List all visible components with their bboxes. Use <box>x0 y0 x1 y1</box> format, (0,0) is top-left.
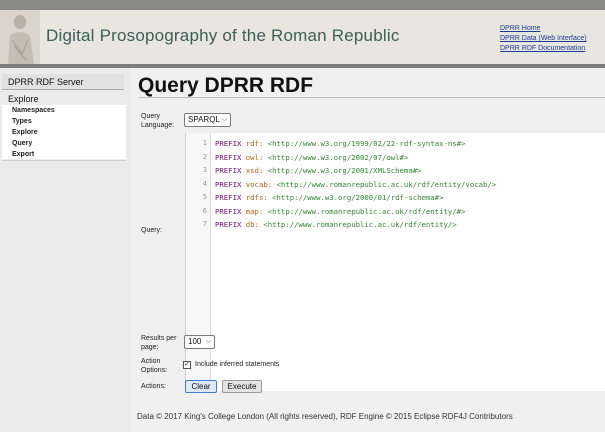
results-per-page-label: Results per page: <box>141 335 177 351</box>
footer-text: Data © 2017 King's College London (All r… <box>137 412 513 421</box>
code-keyword: PREFIX <box>215 139 242 148</box>
site-title: Digital Prosopography of the Roman Repub… <box>46 26 400 45</box>
top-bar <box>0 0 605 10</box>
include-inferred-label: Include inferred statements <box>195 361 280 368</box>
clear-button[interactable]: Clear <box>185 380 217 393</box>
line-number: 2 <box>202 152 207 161</box>
include-inferred-checkbox[interactable] <box>183 360 191 369</box>
query-language-label: Query Language: <box>141 113 175 129</box>
link-dprr-rdf-docs[interactable]: DPRR RDF Documentation <box>500 44 587 54</box>
line-number: 4 <box>202 179 207 188</box>
execute-button[interactable]: Execute <box>222 380 262 393</box>
sidebar-item-export[interactable]: Export <box>2 149 126 160</box>
code-prefix: owl: <box>245 152 264 162</box>
sidebar-title: DPRR RDF Server <box>2 74 124 90</box>
code-uri: <http://www.w3.org/2001/XMLSchema#> <box>267 166 422 175</box>
title-rule <box>138 97 605 98</box>
main-content: Query DPRR RDF Query Language: SPARQL ⌵ … <box>130 68 605 432</box>
actions-label: Actions: <box>141 383 166 390</box>
code-keyword: PREFIX <box>215 220 242 229</box>
code-uri: <http://www.w3.org/2000/01/rdf-schema#> <box>272 193 444 202</box>
results-per-page-value: 100 <box>188 337 202 346</box>
action-options-label: Action Options: <box>141 358 168 374</box>
code-keyword: PREFIX <box>215 179 242 189</box>
code-keyword: PREFIX <box>215 152 242 162</box>
code-prefix: vocab: <box>245 179 273 189</box>
code-line: PREFIX db: <http://www.romanrepublic.ac.… <box>215 220 457 229</box>
code-prefix: map: <box>245 206 264 216</box>
code-uri: <http://www.romanrepublic.ac.uk/rdf/enti… <box>267 206 466 216</box>
roman-statue-logo <box>0 10 40 64</box>
code-keyword: PREFIX <box>215 206 242 216</box>
query-editor[interactable]: 1 2 3 4 5 6 7 PREFIX rdf: <http://www.w3… <box>185 133 605 391</box>
code-line: PREFIX map: <http://www.romanrepublic.ac… <box>215 207 465 216</box>
results-per-page-select[interactable]: 100 ⌵ <box>184 335 215 349</box>
line-number: 7 <box>202 220 207 228</box>
header-links: DPRR Home DPRR Data (Web Interface) DPRR… <box>500 24 587 54</box>
sidebar-section-explore: Explore <box>8 94 39 104</box>
line-number: 6 <box>202 206 207 215</box>
sidebar-item-explore[interactable]: Explore <box>2 127 126 138</box>
code-line: PREFIX xsd: <http://www.w3.org/2001/XMLS… <box>215 166 422 175</box>
page-title: Query DPRR RDF <box>138 74 314 97</box>
chevron-down-icon: ⌵ <box>205 338 211 345</box>
sidebar-item-types[interactable]: Types <box>2 116 126 127</box>
sidebar-menu: Namespaces Types Explore Query Export <box>2 105 126 159</box>
code-prefix: db: <box>245 220 259 229</box>
site-header: Digital Prosopography of the Roman Repub… <box>0 10 605 64</box>
query-label: Query: <box>141 227 163 234</box>
code-uri: <http://www.romanrepublic.ac.uk/rdf/enti… <box>276 179 497 189</box>
code-prefix: xsd: <box>245 166 264 175</box>
line-number: 1 <box>202 139 207 147</box>
link-dprr-home[interactable]: DPRR Home <box>500 24 587 34</box>
code-keyword: PREFIX <box>215 166 242 175</box>
code-uri: <http://www.w3.org/2002/07/owl#> <box>267 152 409 162</box>
code-prefix: rdf: <box>245 139 264 148</box>
sidebar-item-namespaces[interactable]: Namespaces <box>2 105 126 116</box>
line-number: 5 <box>202 193 207 201</box>
link-dprr-data[interactable]: DPRR Data (Web Interface) <box>500 34 587 44</box>
code-line: PREFIX vocab: <http://www.romanrepublic.… <box>215 180 496 189</box>
line-number: 3 <box>202 166 207 174</box>
sidebar-separator <box>2 160 126 161</box>
code-line: PREFIX rdf: <http://www.w3.org/1999/02/2… <box>215 139 465 148</box>
code-uri: <http://www.w3.org/1999/02/22-rdf-syntax… <box>267 139 466 148</box>
query-language-select[interactable]: SPARQL ⌵ <box>184 113 231 127</box>
code-keyword: PREFIX <box>215 193 242 202</box>
query-language-value: SPARQL <box>188 115 220 124</box>
line-number-gutter: 1 2 3 4 5 6 7 <box>186 133 211 391</box>
code-prefix: rdfs: <box>245 193 268 202</box>
chevron-down-icon: ⌵ <box>221 116 227 123</box>
sidebar: DPRR RDF Server Explore Namespaces Types… <box>0 68 130 432</box>
sidebar-item-query[interactable]: Query <box>2 138 126 149</box>
code-uri: <http://www.romanrepublic.ac.uk/rdf/enti… <box>263 220 457 229</box>
code-line: PREFIX owl: <http://www.w3.org/2002/07/o… <box>215 153 408 162</box>
code-line: PREFIX rdfs: <http://www.w3.org/2000/01/… <box>215 193 443 202</box>
